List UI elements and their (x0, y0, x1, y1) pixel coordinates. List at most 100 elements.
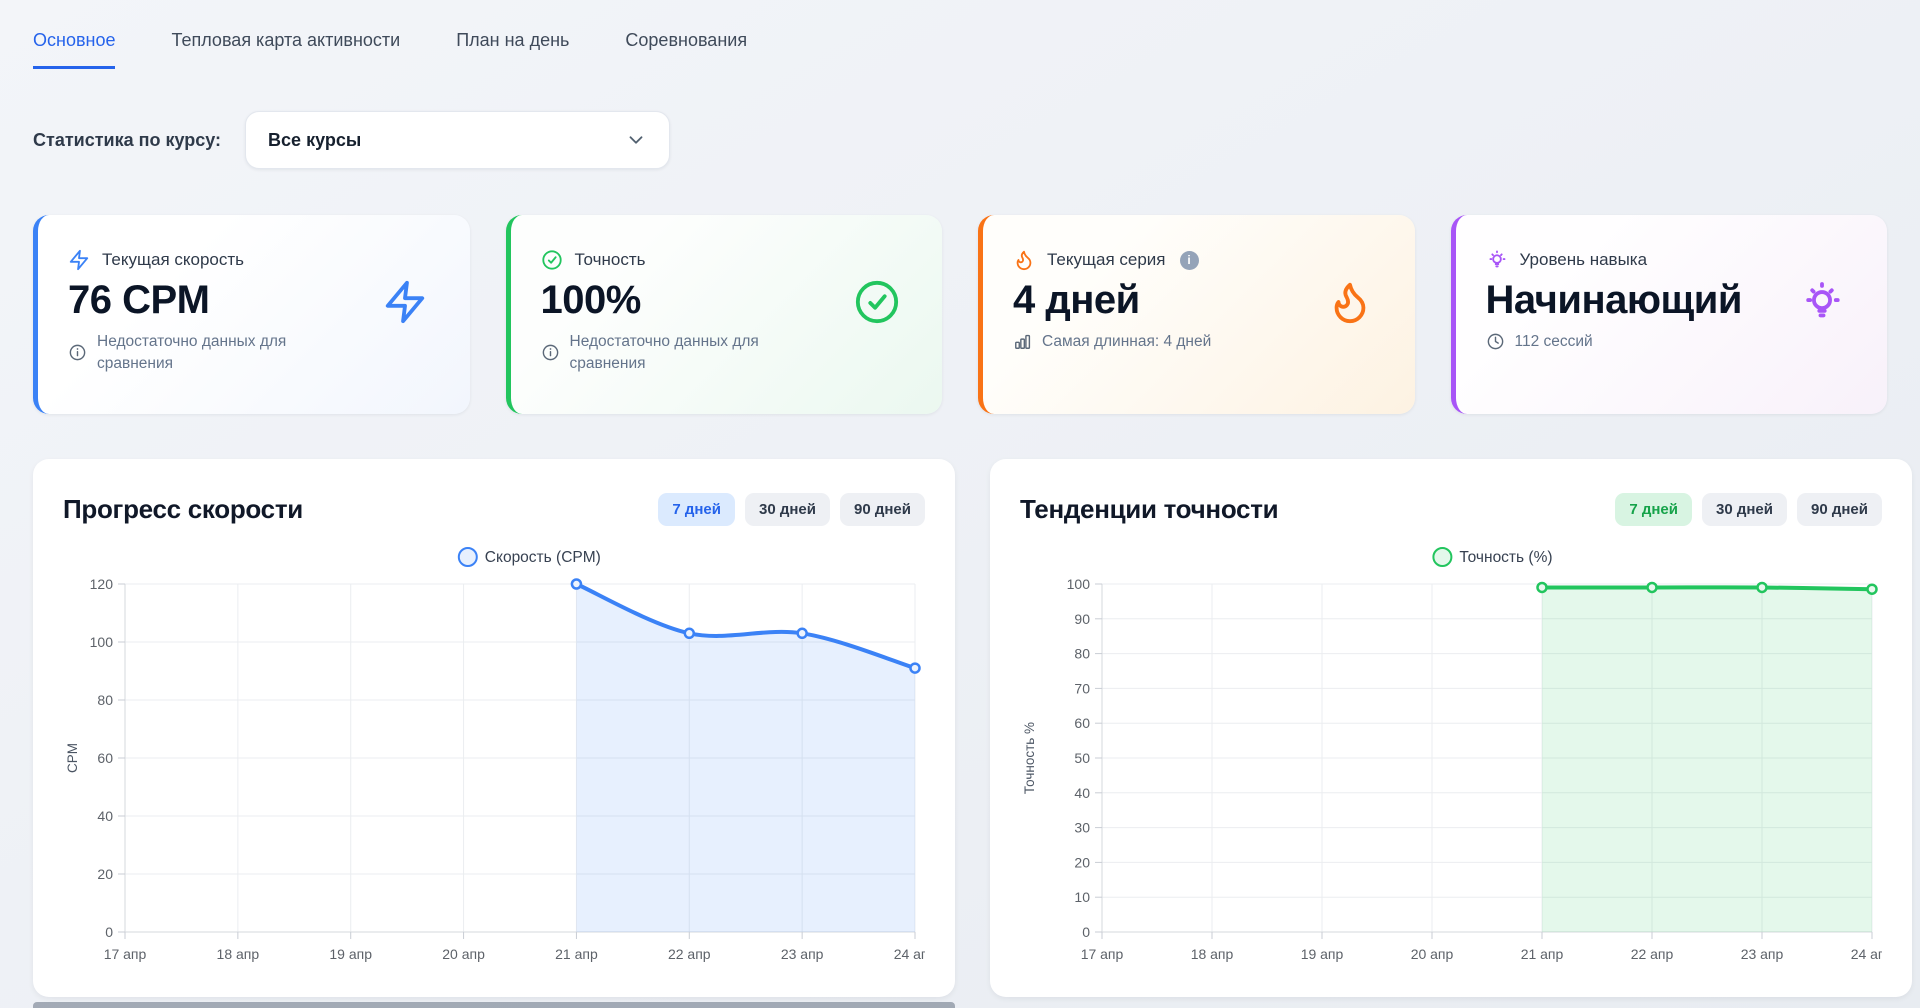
data-line (1542, 587, 1872, 589)
svg-text:19 апр: 19 апр (1301, 946, 1344, 962)
speed-line-chart: 02040608010012017 апр18 апр19 апр20 апр2… (63, 542, 925, 990)
svg-text:18 апр: 18 апр (217, 946, 260, 962)
svg-text:40: 40 (1074, 785, 1090, 801)
range-30d-button[interactable]: 30 дней (1702, 493, 1787, 526)
svg-text:17 апр: 17 апр (1081, 946, 1124, 962)
course-filter-label: Статистика по курсу: (33, 130, 221, 151)
svg-text:50: 50 (1074, 750, 1090, 766)
svg-text:100: 100 (90, 634, 114, 650)
data-point[interactable] (911, 664, 920, 673)
data-point[interactable] (1868, 585, 1877, 594)
svg-text:80: 80 (97, 692, 113, 708)
accuracy-line-chart: 0 10 20 30 40 50 60 70 80 90 100 17 апр 18 апр 19 апр… (1020, 542, 1882, 990)
svg-text:0: 0 (1082, 924, 1090, 940)
card-sub-text: Недостаточно данных для сравнения (97, 331, 357, 374)
y-axis-title: Точность % (1022, 722, 1037, 794)
svg-text:22 апр: 22 апр (1631, 946, 1674, 962)
svg-text:80: 80 (1074, 646, 1090, 662)
svg-text:20 апр: 20 апр (1411, 946, 1454, 962)
stat-card-skill-level: Уровень навыка Начинающий 112 сессий (1451, 215, 1888, 414)
data-point[interactable] (1648, 583, 1657, 592)
card-sub-text: Самая длинная: 4 дней (1042, 331, 1211, 353)
svg-text:Скорость (CPM): Скорость (CPM) (485, 549, 601, 566)
card-label: Уровень навыка (1520, 250, 1648, 270)
lightbulb-icon (1486, 249, 1508, 271)
svg-text:17 апр: 17 апр (104, 946, 147, 962)
data-point[interactable] (685, 629, 694, 638)
tab-competitions[interactable]: Соревнования (625, 30, 747, 69)
tab-main[interactable]: Основное (33, 30, 115, 69)
clock-icon (1486, 332, 1505, 351)
panel-title: Тенденции точности (1020, 494, 1278, 525)
svg-text:24 апр: 24 апр (1851, 946, 1882, 962)
bottom-clipped-element (33, 1002, 955, 1008)
zap-icon (382, 279, 428, 325)
lightbulb-icon (1799, 279, 1845, 325)
range-90d-button[interactable]: 90 дней (1797, 493, 1882, 526)
info-badge-icon[interactable]: i (1180, 251, 1199, 270)
check-circle-icon (541, 249, 563, 271)
course-select[interactable]: Все курсы (245, 111, 670, 169)
card-sub-text: 112 сессий (1515, 331, 1593, 353)
check-circle-icon (854, 279, 900, 325)
svg-text:120: 120 (90, 576, 114, 592)
flame-icon (1327, 279, 1373, 325)
area-fill (1542, 587, 1872, 932)
range-switcher: 7 дней 30 дней 90 дней (1615, 493, 1882, 526)
chevron-down-icon (625, 129, 647, 151)
svg-text:0: 0 (105, 924, 113, 940)
zap-icon (68, 249, 90, 271)
card-label: Текущая скорость (102, 250, 244, 270)
svg-text:70: 70 (1074, 680, 1090, 696)
svg-text:30: 30 (1074, 820, 1090, 836)
svg-text:90: 90 (1074, 611, 1090, 627)
range-90d-button[interactable]: 90 дней (840, 493, 925, 526)
data-point[interactable] (572, 580, 581, 589)
svg-text:20 апр: 20 апр (442, 946, 485, 962)
data-point[interactable] (1538, 583, 1547, 592)
svg-text:40: 40 (97, 808, 113, 824)
svg-text:24 апр: 24 апр (894, 946, 925, 962)
range-7d-button[interactable]: 7 дней (658, 493, 735, 526)
charts-row: Прогресс скорости 7 дней 30 дней 90 дней… (33, 459, 1887, 997)
bar-chart-icon (1013, 332, 1032, 351)
legend-item[interactable]: Точность (%) (1433, 548, 1552, 566)
svg-text:21 апр: 21 апр (1521, 946, 1564, 962)
svg-text:60: 60 (97, 750, 113, 766)
tab-day-plan[interactable]: План на день (456, 30, 569, 69)
y-axis-title: CPM (65, 743, 80, 773)
svg-text:20: 20 (1074, 854, 1090, 870)
card-label: Точность (575, 250, 646, 270)
accuracy-trends-panel: Тенденции точности 7 дней 30 дней 90 дне… (990, 459, 1912, 997)
stat-card-speed: Текущая скорость 76 CPM Недостаточно дан… (33, 215, 470, 414)
info-icon (541, 343, 560, 362)
tabs-bar: Основное Тепловая карта активности План … (0, 0, 1920, 69)
info-icon (68, 343, 87, 362)
data-point[interactable] (798, 629, 807, 638)
card-label: Текущая серия (1047, 250, 1166, 270)
svg-text:23 апр: 23 апр (781, 946, 824, 962)
stat-cards-row: Текущая скорость 76 CPM Недостаточно дан… (33, 215, 1887, 414)
svg-text:100: 100 (1067, 576, 1091, 592)
svg-text:Точность (%): Точность (%) (1459, 549, 1552, 566)
svg-text:21 апр: 21 апр (555, 946, 598, 962)
tab-activity-heatmap[interactable]: Тепловая карта активности (171, 30, 400, 69)
svg-text:23 апр: 23 апр (1741, 946, 1784, 962)
course-filter-row: Статистика по курсу: Все курсы (33, 111, 1887, 169)
stat-card-streak: Текущая серия i 4 дней Самая длинная: 4 … (978, 215, 1415, 414)
panel-title: Прогресс скорости (63, 494, 303, 525)
legend-item[interactable]: Скорость (CPM) (459, 548, 601, 566)
svg-text:60: 60 (1074, 715, 1090, 731)
svg-text:18 апр: 18 апр (1191, 946, 1234, 962)
card-sub-text: Недостаточно данных для сравнения (570, 331, 830, 374)
course-select-value: Все курсы (268, 130, 361, 151)
flame-icon (1013, 249, 1035, 271)
speed-progress-panel: Прогресс скорости 7 дней 30 дней 90 дней… (33, 459, 955, 997)
range-30d-button[interactable]: 30 дней (745, 493, 830, 526)
svg-text:10: 10 (1074, 889, 1090, 905)
stat-card-accuracy: Точность 100% Недостаточно данных для ср… (506, 215, 943, 414)
data-point[interactable] (1758, 583, 1767, 592)
range-7d-button[interactable]: 7 дней (1615, 493, 1692, 526)
svg-text:20: 20 (97, 866, 113, 882)
svg-text:22 апр: 22 апр (668, 946, 711, 962)
